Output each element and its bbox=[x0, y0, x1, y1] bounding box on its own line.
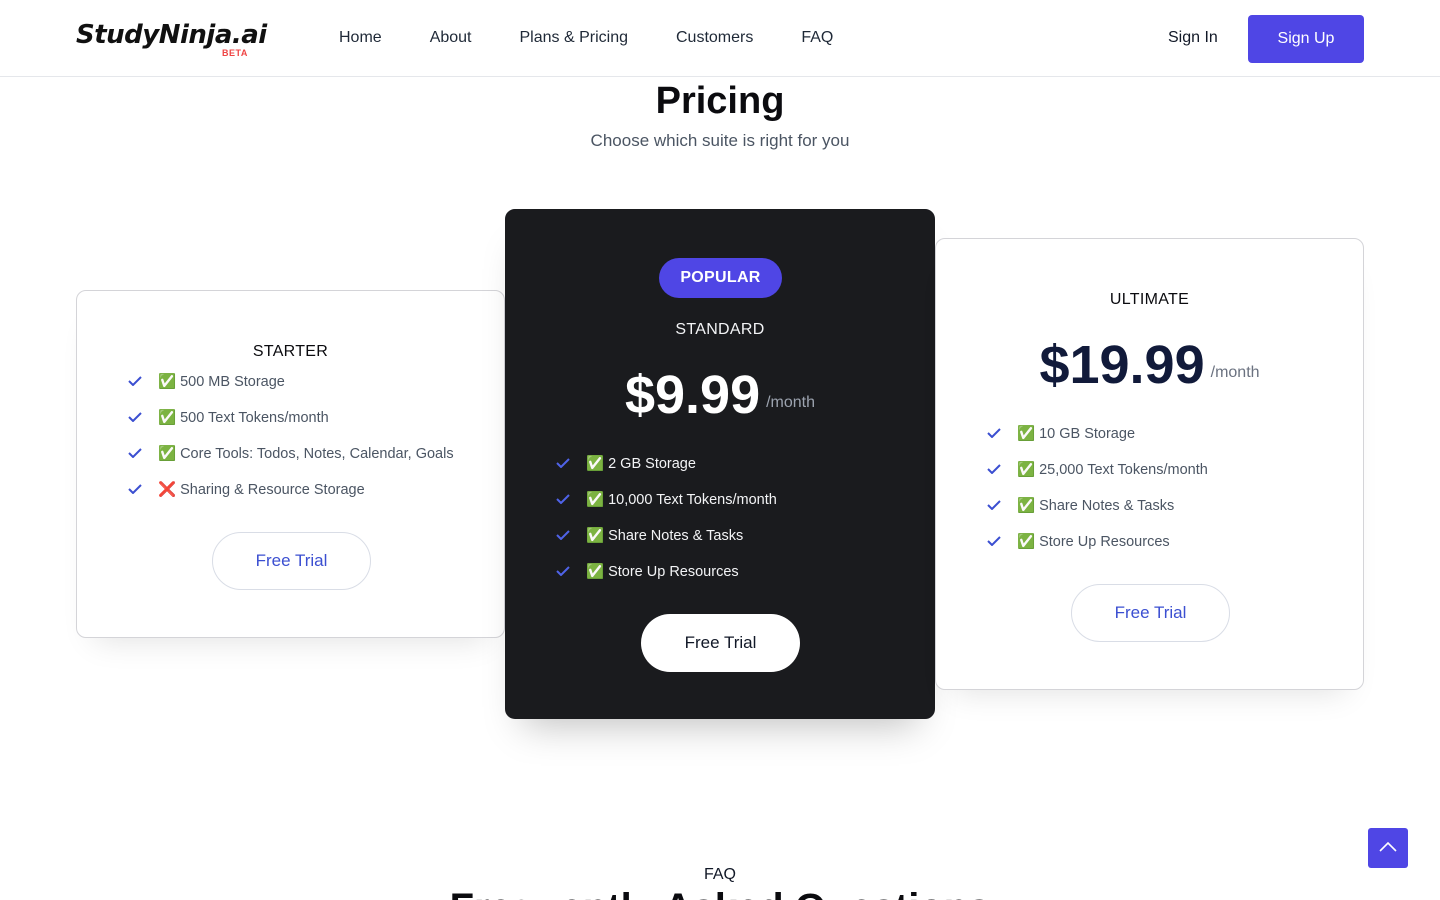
feature-text: ✅ Share Notes & Tasks bbox=[1017, 498, 1175, 514]
beta-badge: BETA bbox=[222, 48, 248, 58]
feature-item: ✅ Core Tools: Todos, Notes, Calendar, Go… bbox=[128, 445, 454, 481]
feature-item: ✅ 2 GB Storage bbox=[556, 455, 777, 491]
logo-wordmark: StudyNinja.ai bbox=[76, 20, 267, 50]
nav-plans-pricing[interactable]: Plans & Pricing bbox=[520, 29, 629, 47]
plan-name: STARTER bbox=[252, 343, 329, 360]
faq-heading: Frequently Asked Questions bbox=[0, 886, 1440, 900]
plan-card-ultimate: ULTIMATE $19.99/month ✅ 10 GB Storage ✅ … bbox=[935, 238, 1364, 690]
pricing-subtitle: Choose which suite is right for you bbox=[590, 131, 850, 150]
plan-price: $9.99/month bbox=[506, 364, 934, 426]
check-icon bbox=[556, 566, 570, 576]
feature-list: ✅ 10 GB Storage ✅ 25,000 Text Tokens/mon… bbox=[987, 425, 1208, 569]
nav-faq[interactable]: FAQ bbox=[801, 29, 833, 47]
feature-text: ✅ 10,000 Text Tokens/month bbox=[586, 492, 777, 508]
feature-text: ✅ Core Tools: Todos, Notes, Calendar, Go… bbox=[158, 446, 454, 462]
plan-name: ULTIMATE bbox=[1109, 291, 1190, 308]
price-amount: $19.99 bbox=[1039, 335, 1205, 395]
check-icon bbox=[128, 376, 142, 386]
sign-in-link[interactable]: Sign In bbox=[1168, 29, 1218, 47]
feature-item: ✅ 10,000 Text Tokens/month bbox=[556, 491, 777, 527]
plan-card-starter: STARTER ✅ 500 MB Storage ✅ 500 Text Toke… bbox=[76, 290, 505, 638]
price-amount: $9.99 bbox=[624, 365, 761, 425]
nav-customers[interactable]: Customers bbox=[676, 29, 753, 47]
check-icon bbox=[987, 500, 1001, 510]
feature-text: ✅ 10 GB Storage bbox=[1017, 426, 1136, 442]
feature-list: ✅ 500 MB Storage ✅ 500 Text Tokens/month… bbox=[128, 373, 454, 517]
popular-badge: POPULAR bbox=[659, 258, 782, 298]
check-icon bbox=[556, 494, 570, 504]
nav-links: Home About Plans & Pricing Customers FAQ bbox=[339, 29, 833, 47]
check-icon bbox=[128, 448, 142, 458]
feature-item: ✅ 10 GB Storage bbox=[987, 425, 1208, 461]
feature-item: ✅ Store Up Resources bbox=[987, 533, 1208, 569]
plan-price: $19.99/month bbox=[936, 334, 1363, 396]
nav-about[interactable]: About bbox=[430, 29, 472, 47]
feature-text: ✅ 25,000 Text Tokens/month bbox=[1017, 462, 1208, 478]
feature-list: ✅ 2 GB Storage ✅ 10,000 Text Tokens/mont… bbox=[556, 455, 777, 599]
feature-item: ✅ Share Notes & Tasks bbox=[556, 527, 777, 563]
free-trial-button-standard[interactable]: Free Trial bbox=[641, 614, 800, 672]
plan-name: STANDARD bbox=[675, 321, 765, 338]
feature-text: ✅ 500 MB Storage bbox=[158, 374, 285, 390]
scroll-to-top-button[interactable] bbox=[1368, 828, 1408, 868]
logo[interactable]: StudyNinja.ai BETA bbox=[76, 18, 267, 60]
free-trial-button-ultimate[interactable]: Free Trial bbox=[1071, 584, 1230, 642]
check-icon bbox=[987, 428, 1001, 438]
feature-text: ✅ Store Up Resources bbox=[1017, 534, 1170, 550]
plan-card-standard: POPULAR STANDARD $9.99/month ✅ 2 GB Stor… bbox=[505, 209, 935, 719]
feature-item: ❌ Sharing & Resource Storage bbox=[128, 481, 454, 517]
nav-home[interactable]: Home bbox=[339, 29, 382, 47]
price-period: /month bbox=[766, 394, 816, 412]
check-icon bbox=[128, 412, 142, 422]
sign-up-button[interactable]: Sign Up bbox=[1248, 15, 1364, 63]
check-icon bbox=[987, 464, 1001, 474]
feature-text: ✅ Share Notes & Tasks bbox=[586, 528, 744, 544]
check-icon bbox=[556, 458, 570, 468]
feature-item: ✅ Store Up Resources bbox=[556, 563, 777, 599]
feature-text: ❌ Sharing & Resource Storage bbox=[158, 482, 365, 498]
feature-text: ✅ Store Up Resources bbox=[586, 564, 739, 580]
check-icon bbox=[556, 530, 570, 540]
price-period: /month bbox=[1210, 364, 1260, 382]
feature-item: ✅ 25,000 Text Tokens/month bbox=[987, 461, 1208, 497]
feature-text: ✅ 2 GB Storage bbox=[586, 456, 696, 472]
feature-item: ✅ 500 Text Tokens/month bbox=[128, 409, 454, 445]
chevron-up-icon bbox=[1379, 841, 1397, 852]
feature-item: ✅ Share Notes & Tasks bbox=[987, 497, 1208, 533]
faq-label: FAQ bbox=[703, 866, 736, 883]
check-icon bbox=[128, 484, 142, 494]
check-icon bbox=[987, 536, 1001, 546]
pricing-title: Pricing bbox=[655, 80, 785, 122]
free-trial-button-starter[interactable]: Free Trial bbox=[212, 532, 371, 590]
navbar: StudyNinja.ai BETA Home About Plans & Pr… bbox=[0, 0, 1440, 77]
feature-item: ✅ 500 MB Storage bbox=[128, 373, 454, 409]
feature-text: ✅ 500 Text Tokens/month bbox=[158, 410, 329, 426]
